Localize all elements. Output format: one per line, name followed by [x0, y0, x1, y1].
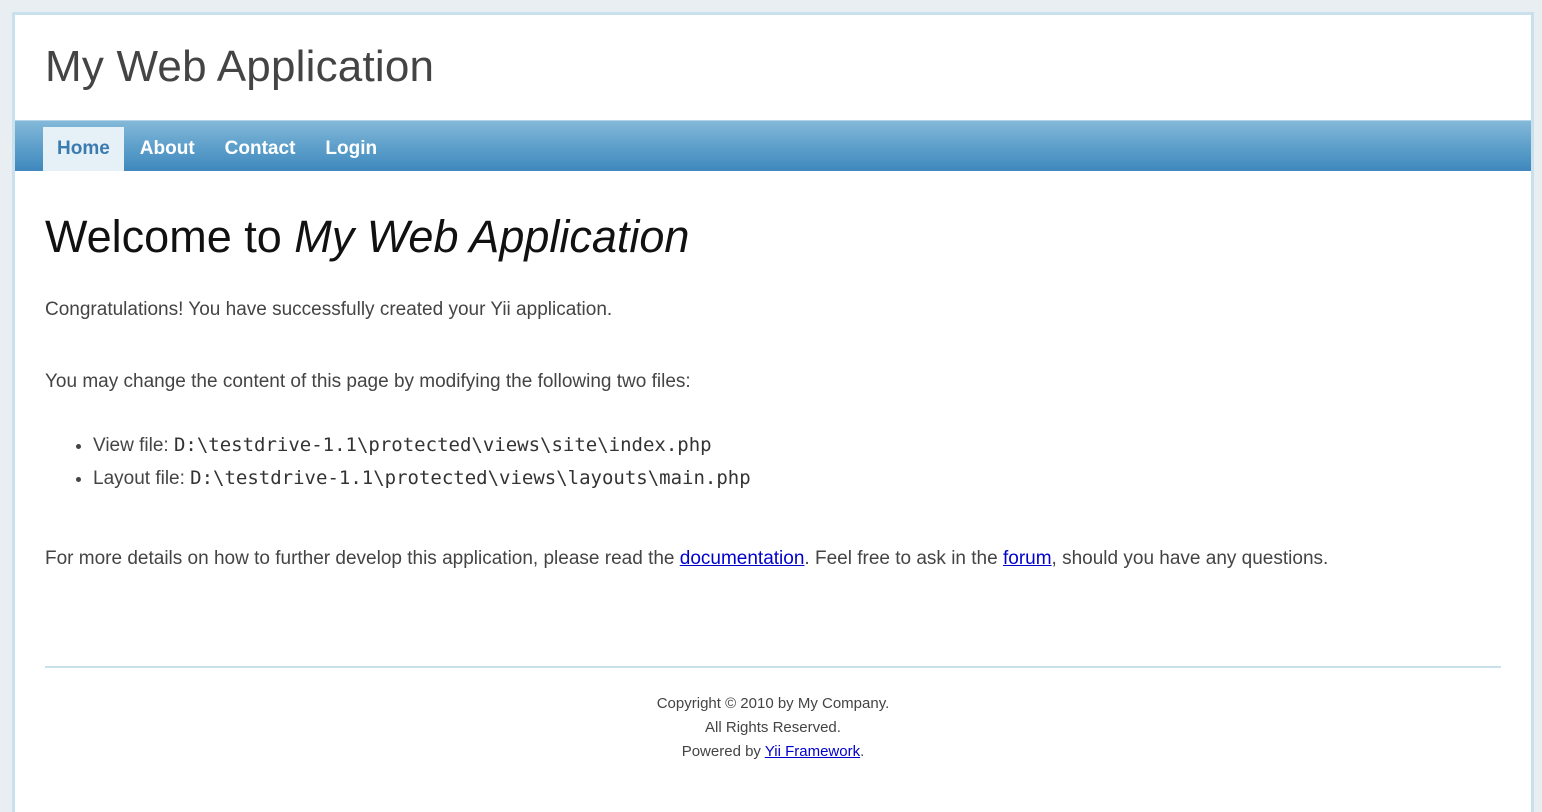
- file-path: D:\testdrive-1.1\protected\views\site\in…: [173, 434, 712, 456]
- menu-item-about[interactable]: About: [126, 127, 209, 171]
- footer-rights: All Rights Reserved.: [705, 719, 841, 736]
- documentation-link[interactable]: documentation: [680, 548, 805, 569]
- footer: Copyright © 2010 by My Company. All Righ…: [15, 692, 1531, 764]
- menu-item-label: About: [139, 138, 195, 159]
- file-path: D:\testdrive-1.1\protected\views\layouts…: [190, 467, 751, 489]
- menu-item-home[interactable]: Home: [43, 127, 124, 171]
- footer-powered-suffix: .: [860, 743, 865, 760]
- yii-framework-link[interactable]: Yii Framework: [765, 743, 860, 760]
- footer-powered-prefix: Powered by: [681, 743, 765, 760]
- details-text: For more details on how to further devel…: [45, 548, 1328, 570]
- page-title: Welcome to My Web Application: [45, 211, 689, 263]
- site-logo: My Web Application: [45, 42, 435, 91]
- congrats-text: Congratulations! You have successfully c…: [45, 299, 613, 320]
- main-menu-list: Home About Contact Login: [15, 121, 1531, 171]
- main-menu: Home About Contact Login: [15, 120, 1531, 171]
- page-title-prefix: Welcome to: [45, 211, 295, 262]
- page-container: My Web Application Home About Contact Lo…: [12, 12, 1534, 812]
- details-text-after: , should you have any questions.: [1051, 548, 1329, 569]
- menu-item-contact[interactable]: Contact: [211, 127, 310, 171]
- file-list: View file: D:\testdrive-1.1\protected\vi…: [45, 429, 751, 495]
- forum-link[interactable]: forum: [1003, 548, 1052, 569]
- menu-item-label: Login: [325, 138, 378, 159]
- menu-item-label: Contact: [224, 138, 296, 159]
- change-intro-text: You may change the content of this page …: [45, 371, 691, 392]
- header: My Web Application: [15, 15, 1531, 120]
- details-text-before: For more details on how to further devel…: [45, 548, 680, 569]
- menu-item-label: Home: [57, 138, 110, 159]
- list-item-view-file: View file: D:\testdrive-1.1\protected\vi…: [93, 429, 751, 462]
- details-text-middle: . Feel free to ask in the: [804, 548, 1003, 569]
- file-label: View file:: [93, 435, 174, 456]
- list-item-layout-file: Layout file: D:\testdrive-1.1\protected\…: [93, 462, 751, 495]
- footer-powered: Powered by Yii Framework.: [15, 740, 1531, 764]
- menu-item-login[interactable]: Login: [311, 127, 391, 171]
- file-label: Layout file:: [93, 468, 191, 489]
- page-title-app-name: My Web Application: [294, 211, 690, 262]
- footer-divider: [45, 666, 1501, 668]
- footer-copyright: Copyright © 2010 by My Company.: [656, 695, 890, 712]
